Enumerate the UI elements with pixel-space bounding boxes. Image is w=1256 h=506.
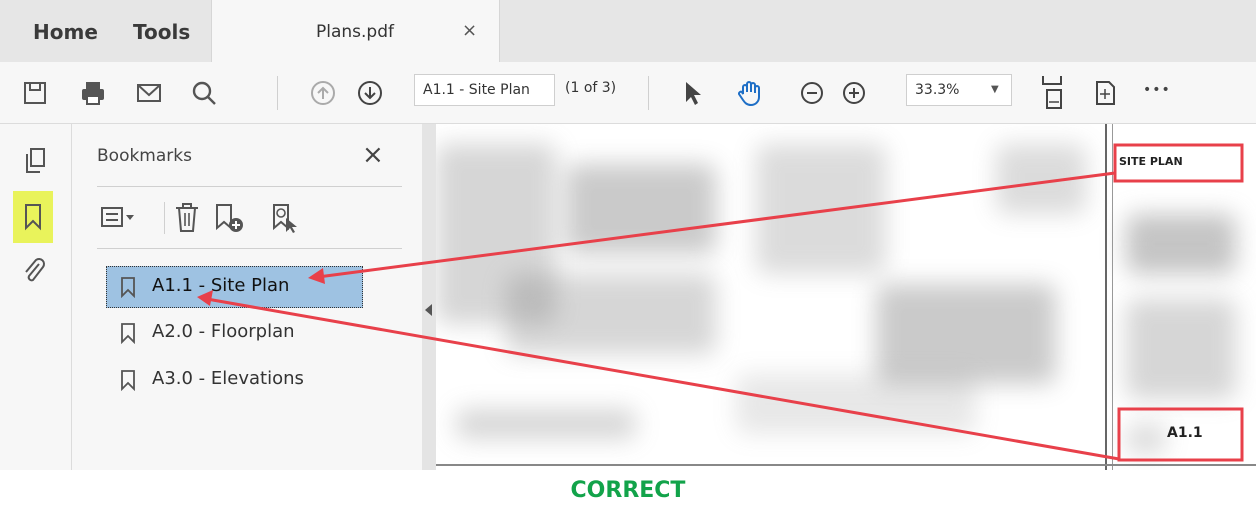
navigation-rail: [0, 124, 72, 470]
close-tab-icon[interactable]: ×: [462, 20, 477, 41]
bookmark-icon: [121, 370, 135, 391]
panel-toolbar-separator: [164, 202, 165, 234]
close-panel-icon[interactable]: ×: [362, 140, 384, 170]
print-icon[interactable]: [78, 78, 108, 108]
hand-tool-icon[interactable]: [735, 78, 765, 108]
bookmark-icon: [121, 323, 135, 344]
toolbar-separator: [648, 76, 649, 110]
options-menu-icon[interactable]: [100, 204, 140, 232]
toolbar: A1.1 - Site Plan (1 of 3) 33.3% ▼ •••: [0, 62, 1256, 124]
search-icon[interactable]: [189, 78, 219, 108]
bookmarks-icon: [25, 204, 41, 231]
page-count: (1 of 3): [565, 80, 617, 96]
previous-page-icon[interactable]: [308, 78, 338, 108]
bookmarks-panel: Bookmarks × A1.1 - Site Plan A2.0 - Floo…: [72, 124, 422, 470]
select-arrow-icon[interactable]: [678, 78, 708, 108]
document-view[interactable]: SITE PLAN A1.1: [436, 124, 1256, 470]
more-icon[interactable]: •••: [1143, 82, 1171, 98]
panel-collapse-handle[interactable]: [422, 124, 436, 470]
email-icon[interactable]: [134, 78, 164, 108]
title-block-label: SITE PLAN: [1119, 155, 1183, 168]
toolbar-separator: [277, 76, 278, 110]
delete-bookmark-icon[interactable]: [173, 202, 201, 234]
bookmark-label: A1.1 - Site Plan: [152, 275, 290, 296]
attachments-icon[interactable]: [21, 256, 47, 286]
zoom-in-icon[interactable]: [839, 78, 869, 108]
page-tools-icon[interactable]: [1090, 78, 1120, 108]
caption-correct: CORRECT: [570, 478, 686, 503]
bookmark-icon: [121, 277, 135, 298]
document-tab[interactable]: Plans.pdf ×: [211, 0, 500, 62]
tools-tab[interactable]: Tools: [133, 20, 190, 44]
panel-divider: [97, 186, 402, 187]
next-page-icon[interactable]: [355, 78, 385, 108]
zoom-select[interactable]: 33.3% ▼: [906, 74, 1012, 106]
document-tab-title: Plans.pdf: [316, 22, 394, 42]
fit-page-icon[interactable]: [1037, 74, 1067, 110]
home-tab[interactable]: Home: [33, 20, 98, 44]
chevron-down-icon: ▼: [991, 84, 999, 95]
find-bookmark-icon[interactable]: [270, 202, 300, 234]
page-name-field[interactable]: A1.1 - Site Plan: [414, 74, 555, 106]
sheet-number: A1.1: [1167, 425, 1203, 441]
bookmark-label: A2.0 - Floorplan: [152, 321, 295, 342]
panel-divider: [97, 248, 402, 249]
sheet-border-line: [1105, 124, 1107, 470]
new-bookmark-icon[interactable]: [213, 202, 245, 234]
bookmarks-title: Bookmarks: [97, 146, 192, 166]
save-icon[interactable]: [20, 78, 50, 108]
collapse-arrow-icon: [425, 304, 432, 316]
pages-icon[interactable]: [22, 146, 48, 176]
zoom-value: 33.3%: [915, 82, 960, 98]
bookmarks-rail-highlight[interactable]: [13, 191, 53, 243]
tab-bar: Home Tools Plans.pdf ×: [0, 0, 1256, 62]
zoom-out-icon[interactable]: [797, 78, 827, 108]
bookmark-label: A3.0 - Elevations: [152, 368, 304, 389]
sheet-border-line: [436, 464, 1256, 466]
sheet-border-line: [1112, 124, 1113, 470]
